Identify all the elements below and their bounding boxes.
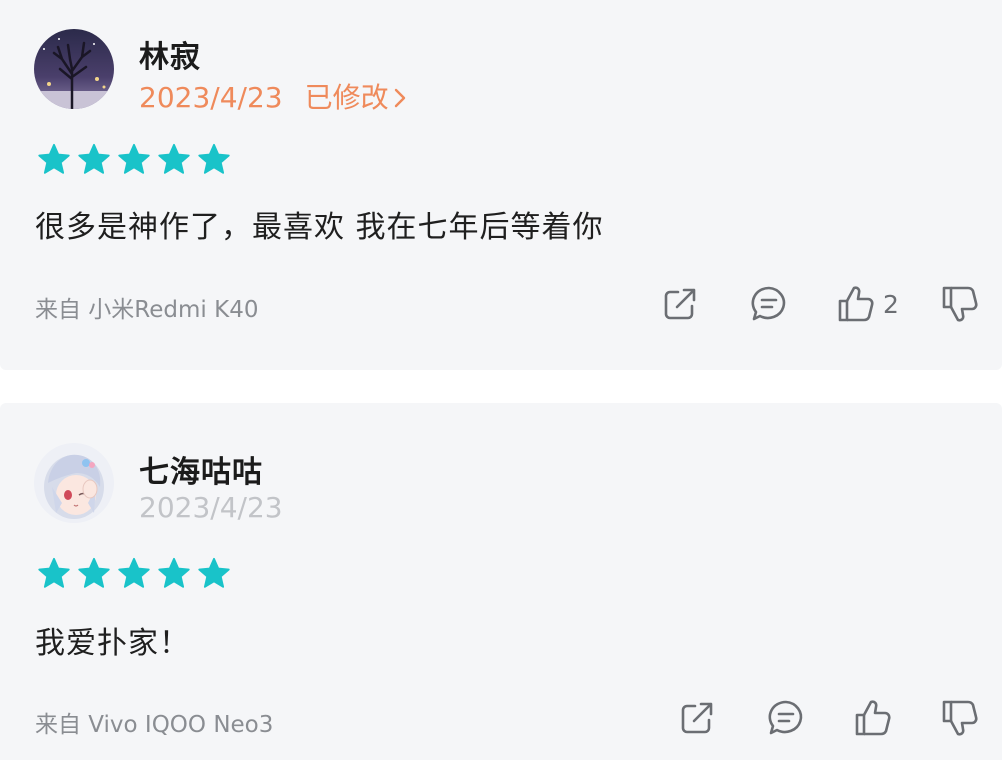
device-source: 来自 小米Redmi K40: [35, 297, 259, 323]
share-button[interactable]: [660, 284, 700, 324]
thumbs-down-icon: [942, 286, 978, 322]
thumbs-up-icon: [855, 700, 891, 736]
winter-tree-avatar-icon: [34, 29, 114, 109]
star-icon: [38, 143, 70, 174]
comment-icon: [768, 700, 803, 735]
star-icon: [118, 557, 150, 588]
review-meta: 2023/4/23 已修改: [139, 76, 407, 116]
review-text: 我爱扑家！: [35, 626, 190, 661]
share-icon: [681, 702, 713, 734]
comment-icon: [751, 286, 786, 321]
thumbs-down-icon: [942, 700, 978, 736]
rating-stars: [36, 557, 232, 591]
user-avatar[interactable]: [34, 29, 114, 109]
like-button[interactable]: [854, 698, 892, 738]
like-count: 2: [883, 289, 899, 319]
review-card-2: 七海咕咕 2023/4/23 我爱扑家！ 来自 Vivo IQOO Neo3: [0, 403, 1002, 760]
comment-button[interactable]: [749, 284, 789, 324]
edited-history-link[interactable]: 已修改: [305, 81, 407, 114]
review-card-1: 林寂 2023/4/23 已修改 很多是神作了，最喜欢 我在七年后等着你 来自 小…: [0, 0, 1002, 370]
share-button[interactable]: [677, 698, 717, 738]
edited-label: 已修改: [304, 81, 389, 114]
username[interactable]: 七海咕咕: [139, 447, 263, 491]
star-icon: [118, 143, 150, 174]
star-icon: [78, 143, 110, 174]
star-icon: [78, 557, 110, 588]
review-meta: 2023/4/23: [139, 491, 283, 524]
anime-girl-avatar-icon: [34, 443, 114, 523]
user-avatar[interactable]: [34, 443, 114, 523]
star-icon: [158, 143, 190, 174]
comment-button[interactable]: [766, 698, 806, 738]
username[interactable]: 林寂: [139, 32, 201, 76]
device-source: 来自 Vivo IQOO Neo3: [35, 712, 274, 738]
review-text: 很多是神作了，最喜欢 我在七年后等着你: [35, 210, 604, 245]
share-icon: [664, 288, 696, 320]
thumbs-up-icon: [838, 286, 874, 322]
dislike-button[interactable]: [941, 698, 979, 738]
chevron-right-icon: [393, 83, 407, 116]
rating-stars: [36, 143, 232, 177]
review-date: 2023/4/23: [139, 81, 283, 114]
star-icon: [198, 557, 230, 588]
star-icon: [198, 143, 230, 174]
star-icon: [158, 557, 190, 588]
star-icon: [38, 557, 70, 588]
review-date: 2023/4/23: [139, 491, 283, 524]
dislike-button[interactable]: [941, 284, 979, 324]
like-button[interactable]: 2: [837, 284, 899, 324]
